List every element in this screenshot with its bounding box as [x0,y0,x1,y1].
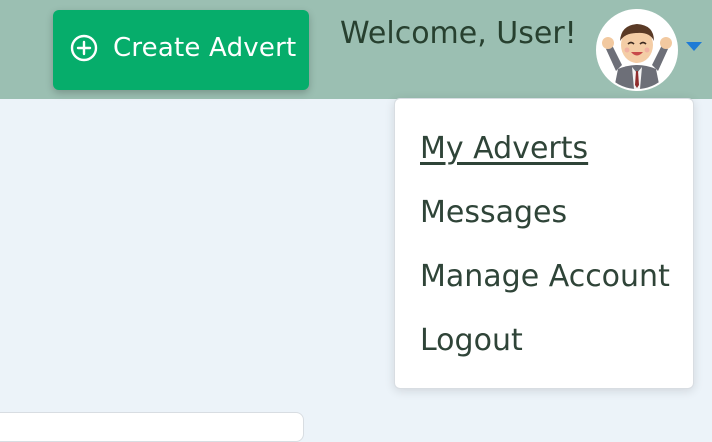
create-advert-label: Create Advert [113,33,297,63]
top-navbar: Create Advert Welcome, User! [0,0,712,99]
avatar[interactable] [596,9,678,91]
menu-item-messages[interactable]: Messages [420,195,567,230]
avatar-illustration [598,11,676,89]
menu-item-logout[interactable]: Logout [420,323,523,358]
content-card [0,412,304,442]
menu-item-my-adverts[interactable]: My Adverts [420,131,588,166]
create-advert-button[interactable]: Create Advert [53,10,309,90]
user-dropdown-menu: My Adverts Messages Manage Account Logou… [394,98,694,389]
caret-down-icon[interactable] [686,42,702,51]
plus-circle-icon [69,33,99,63]
menu-item-manage-account[interactable]: Manage Account [420,259,670,294]
welcome-message: Welcome, User! [340,16,577,51]
